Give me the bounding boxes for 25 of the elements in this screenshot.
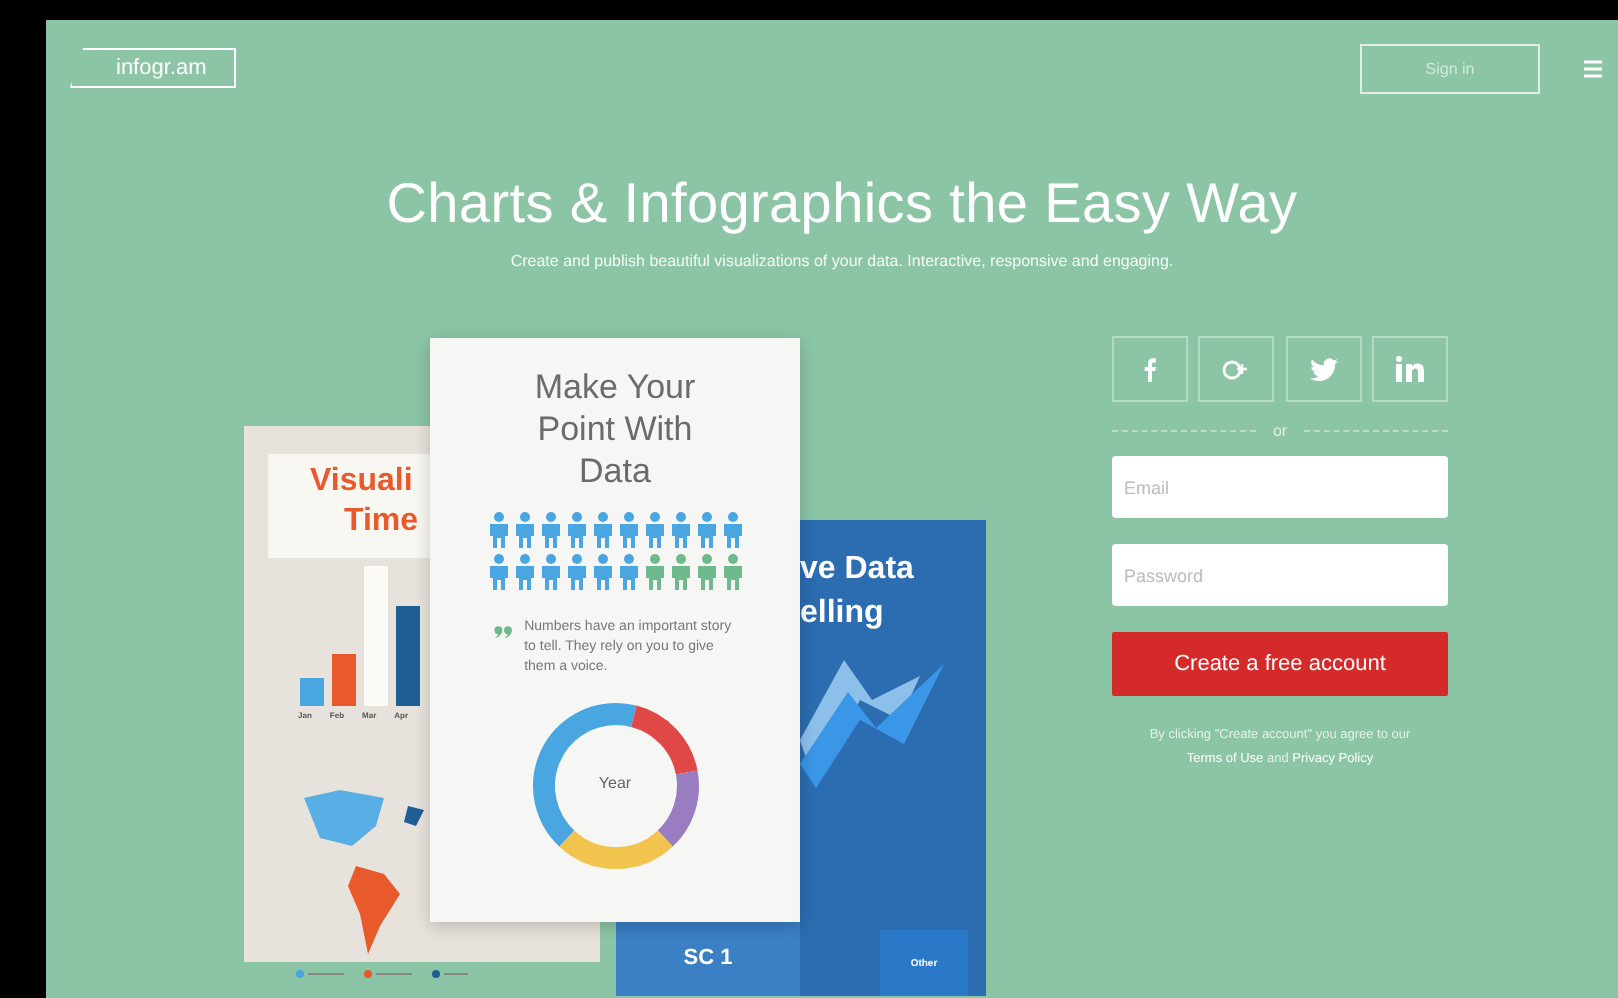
- social-button[interactable]: [1371, 336, 1448, 402]
- hero-title: Charts & Infographics the Easy Way: [384, 172, 1300, 236]
- card-title: Make Your Point With Data: [532, 366, 698, 492]
- social-button[interactable]: [1112, 336, 1188, 402]
- google-plus-icon: [1222, 357, 1251, 381]
- menu-icon[interactable]: [1584, 59, 1602, 77]
- facebook-icon: [1144, 357, 1156, 381]
- bird-icon: [1309, 357, 1338, 381]
- hero-subtitle: Create and publish beautiful visualizations of your data. Interactive, responsive and engaging.: [508, 252, 1176, 270]
- or-label: or: [1272, 422, 1288, 440]
- social-button[interactable]: [1198, 336, 1275, 402]
- create-account-button[interactable]: Create a free account: [1112, 632, 1448, 696]
- donut-label: Year: [596, 774, 634, 792]
- card-heading: ve Data: [800, 550, 914, 590]
- logo[interactable]: infogr.am: [70, 48, 237, 88]
- treemap-tile: SC 1: [616, 920, 800, 996]
- social-button[interactable]: [1285, 336, 1362, 402]
- card-heading: elling: [800, 594, 884, 634]
- card-heading: Visuali: [310, 462, 413, 502]
- area-chart-drawing: [800, 660, 944, 788]
- password-field[interactable]: Password: [1112, 544, 1448, 606]
- email-field[interactable]: Email: [1112, 456, 1448, 518]
- sign-in-button[interactable]: Sign in: [1360, 43, 1540, 93]
- card-heading: Time: [344, 502, 419, 542]
- linkedin-icon: [1395, 356, 1424, 382]
